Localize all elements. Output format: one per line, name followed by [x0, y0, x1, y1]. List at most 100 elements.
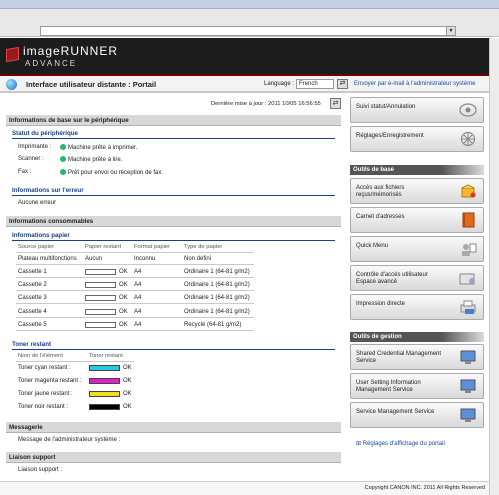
table-row-remaining: OK	[119, 282, 128, 288]
settings-icon	[460, 131, 476, 147]
table-row-size: Inconnu	[134, 256, 156, 262]
service-management-button[interactable]: Service Management Service	[350, 402, 484, 428]
table-row-source: Cassette 5	[18, 322, 47, 328]
quick-menu-button[interactable]: Quick Menu	[350, 236, 484, 262]
support-section: Liaison support	[6, 452, 341, 463]
advanced-space-access-button[interactable]: Contrôle d'accès utilisateur Espace avan…	[350, 265, 484, 291]
language-label: Language :	[264, 81, 295, 87]
table-row-size: A4	[134, 322, 142, 328]
col-toner-remaining: Toner restant	[89, 353, 123, 359]
canon-cube-logo	[6, 46, 19, 63]
user-setting-service-button[interactable]: User Setting Information Management Serv…	[350, 373, 484, 399]
eye-icon	[459, 103, 477, 117]
table-row-source: Cassette 3	[18, 295, 47, 301]
table-row-type: Recyclé (64-81 g/m2)	[184, 322, 242, 328]
error-info-title: Informations sur l'erreur	[12, 187, 335, 196]
copyright-text: Copyright CANON INC. 2011 All Rights Res…	[364, 485, 485, 491]
row-divider	[16, 317, 254, 318]
paper-header-divider	[16, 252, 254, 253]
scanner-status-label: Scanner :	[18, 156, 44, 162]
support-link-label: Liaison support :	[18, 467, 63, 473]
received-files-button[interactable]: Accès aux fichiers reçus/mémorisés	[350, 178, 484, 204]
paper-level-gauge	[85, 295, 116, 301]
toner-row-name: Toner cyan restant :	[18, 365, 71, 371]
row-divider	[16, 303, 254, 304]
page-title: Interface utilisateur distante : Portail	[26, 80, 157, 89]
toner-row-name: Toner magenta restant :	[18, 378, 82, 384]
language-apply-button[interactable]: ⇄	[337, 79, 348, 89]
address-book-button[interactable]: Carnet d'adresses	[350, 207, 484, 233]
table-row-remaining: OK	[119, 309, 128, 315]
table-row-size: A4	[134, 282, 142, 288]
direct-print-button[interactable]: Impression directe	[350, 294, 484, 320]
link-arrow-icon: ⊞	[356, 441, 363, 447]
settings-registration-button[interactable]: Réglages/Enregistrement	[350, 126, 484, 152]
brand-name: imageRUNNER	[23, 44, 119, 58]
table-row-size: A4	[134, 295, 142, 301]
refresh-button[interactable]: ⇄	[330, 98, 341, 109]
monitor-icon	[460, 350, 476, 364]
status-ok-icon	[60, 156, 66, 162]
table-row-remaining: OK	[119, 322, 128, 328]
col-toner-name: Nom de l'élément	[18, 353, 63, 359]
col-size: Format papier	[134, 244, 171, 250]
portal-display-settings-link[interactable]: ⊞ Réglages d'affichage du portail	[356, 440, 445, 447]
toner-header-divider	[16, 361, 134, 362]
portal-title-bar: Interface utilisateur distante : Portail…	[0, 76, 489, 93]
table-row-type: Non défini	[184, 256, 212, 262]
table-row-type: Ordinaire 1 (64-81 g/m2)	[184, 269, 250, 275]
brand-banner: imageRUNNER ADVANCE	[0, 38, 489, 76]
table-row-type: Ordinaire 1 (64-81 g/m2)	[184, 295, 250, 301]
status-ok-icon	[60, 169, 66, 175]
fax-status: Prêt pour envoi ou réception de fax.	[60, 169, 163, 176]
address-book-icon	[462, 212, 475, 228]
address-dropdown[interactable]: ▾	[40, 26, 456, 36]
table-row-source: Plateau multifonctions	[18, 256, 77, 262]
col-remaining: Papier restant	[85, 244, 122, 250]
scanner-status: Machine prête à lire.	[60, 156, 122, 163]
error-value: Aucune erreur	[18, 200, 57, 206]
row-divider	[16, 290, 254, 291]
consumables-section: Informations consommables	[6, 216, 341, 227]
toner-magenta-gauge	[89, 378, 120, 384]
brand-subtitle: ADVANCE	[25, 59, 78, 68]
table-row-type: Ordinaire 1 (64-81 g/m2)	[184, 309, 250, 315]
table-row-remaining: OK	[119, 295, 128, 301]
vertical-scrollbar[interactable]	[489, 38, 499, 495]
chevron-down-icon[interactable]: ▾	[446, 27, 455, 35]
col-source: Source papier	[18, 244, 55, 250]
device-status-title: Statut du périphérique	[12, 130, 335, 139]
toner-row-status: OK	[123, 391, 132, 397]
device-info-section: Informations de base sur le périphérique	[6, 115, 341, 126]
basic-tools-header-fade	[442, 165, 484, 175]
col-type: Type de papier	[184, 244, 223, 250]
messaging-section: Messagerie	[6, 422, 341, 433]
table-row-source: Cassette 1	[18, 269, 47, 275]
paper-level-gauge	[85, 309, 116, 315]
basic-tools-header: Outils de base	[350, 165, 442, 175]
table-row-size: A4	[134, 309, 142, 315]
toner-row-status: OK	[123, 365, 132, 371]
table-row-source: Cassette 4	[18, 309, 47, 315]
toner-black-gauge	[89, 404, 120, 410]
printer-status-label: Imprimante :	[18, 144, 52, 150]
toner-row-status: OK	[123, 378, 132, 384]
management-tools-header: Outils de gestion	[350, 332, 442, 342]
toner-row-name: Toner noir restant :	[18, 404, 69, 410]
fax-status-label: Fax :	[18, 169, 32, 175]
monitor-icon	[460, 408, 476, 422]
footer: Copyright CANON INC. 2011 All Rights Res…	[0, 481, 489, 495]
language-select[interactable]: French	[296, 79, 334, 89]
toner-title: Toner restant	[12, 341, 335, 350]
table-row-type: Ordinaire 1 (64-81 g/m2)	[184, 282, 250, 288]
paper-level-gauge	[85, 282, 116, 288]
email-admin-link[interactable]: Envoyer par e-mail à l'administrateur sy…	[354, 81, 476, 87]
quick-menu-icon	[462, 243, 477, 256]
folder-access-icon	[459, 273, 475, 285]
monitor-icon	[460, 379, 476, 393]
toner-cyan-gauge	[89, 365, 120, 371]
status-monitor-button[interactable]: Suivi statut/Annulation	[350, 97, 484, 123]
shared-credential-service-button[interactable]: Shared Credential Management Service	[350, 344, 484, 370]
row-divider	[16, 330, 254, 331]
status-ok-icon	[60, 144, 66, 150]
